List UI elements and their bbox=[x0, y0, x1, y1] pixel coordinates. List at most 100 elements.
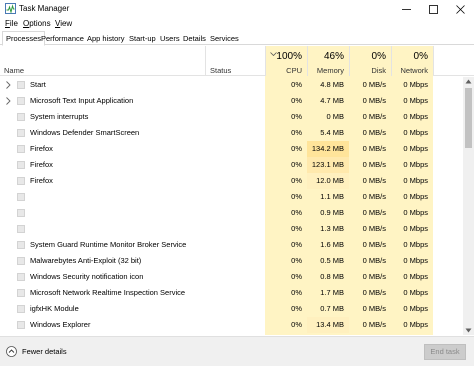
scroll-down-icon[interactable] bbox=[465, 328, 472, 333]
process-disk: 0 MB/s bbox=[362, 288, 386, 297]
memory-percent: 46% bbox=[323, 51, 344, 62]
chevron-up-circle-icon bbox=[6, 346, 17, 357]
disk-column-header[interactable]: 0% Disk bbox=[349, 46, 391, 76]
process-icon bbox=[17, 113, 25, 121]
tab-start-up[interactable]: Start-up bbox=[126, 32, 159, 45]
fewer-details-button[interactable]: Fewer details bbox=[6, 346, 67, 357]
process-network: 0 Mbps bbox=[403, 304, 428, 313]
process-memory: 0.9 MB bbox=[320, 208, 344, 217]
cpu-column-header[interactable]: 100% CPU bbox=[265, 46, 307, 76]
process-network: 0 Mbps bbox=[403, 272, 428, 281]
scroll-thumb[interactable] bbox=[465, 88, 472, 148]
process-icon bbox=[17, 273, 25, 281]
table-row[interactable]: System Guard Runtime Monitor Broker Serv… bbox=[0, 237, 463, 253]
table-row[interactable]: 0% 1.3 MB 0 MB/s 0 Mbps bbox=[0, 221, 463, 237]
process-memory: 5.4 MB bbox=[320, 128, 344, 137]
vertical-scrollbar[interactable] bbox=[463, 77, 474, 335]
process-network: 0 Mbps bbox=[403, 192, 428, 201]
table-row[interactable]: Malwarebytes Anti-Exploit (32 bit) 0% 0.5 … bbox=[0, 253, 463, 269]
memory-column-label: Memory bbox=[316, 66, 344, 75]
table-row[interactable]: 0% 1.1 MB 0 MB/s 0 Mbps bbox=[0, 189, 463, 205]
tab-performance[interactable]: Performance bbox=[38, 32, 87, 45]
menu-file-label: ile bbox=[9, 19, 18, 28]
status-column-header[interactable]: Status bbox=[205, 46, 265, 76]
process-network: 0 Mbps bbox=[403, 320, 428, 329]
status-column-label: Status bbox=[210, 66, 232, 75]
table-row[interactable]: Windows Security notification icon 0% 0.8 … bbox=[0, 269, 463, 285]
table-row[interactable]: Windows Defender SmartScreen 0% 5.4 MB 0 MB… bbox=[0, 125, 463, 141]
scroll-up-icon[interactable] bbox=[465, 79, 472, 84]
network-column-header[interactable]: 0% Network bbox=[391, 46, 433, 76]
process-cpu: 0% bbox=[291, 272, 302, 281]
table-row[interactable]: Windows Explorer 0% 13.4 MB 0 MB/s 0 Mbps bbox=[0, 317, 463, 333]
table-row[interactable]: igfxHK Module 0% 0.7 MB 0 MB/s 0 Mbps bbox=[0, 301, 463, 317]
window-title: Task Manager bbox=[19, 4, 70, 13]
tab-bar: Processes Performance App history Start-… bbox=[0, 31, 474, 46]
process-disk: 0 MB/s bbox=[362, 80, 386, 89]
process-icon bbox=[17, 257, 25, 265]
maximize-button[interactable] bbox=[420, 0, 447, 18]
end-task-button[interactable]: End task bbox=[424, 344, 466, 360]
process-icon bbox=[17, 305, 25, 313]
disk-column-label: Disk bbox=[371, 66, 386, 75]
process-name: System Guard Runtime Monitor Broker Serv… bbox=[30, 240, 187, 249]
table-row[interactable]: Microsoft Text Input Application 0% 4.7 MB… bbox=[0, 93, 463, 109]
menu-options[interactable]: Options bbox=[23, 19, 51, 28]
table-row[interactable]: Firefox 0% 123.1 MB 0 MB/s 0 Mbps bbox=[0, 157, 463, 173]
tab-app-history[interactable]: App history bbox=[84, 32, 128, 45]
process-disk: 0 MB/s bbox=[362, 224, 386, 233]
table-row[interactable]: Firefox 0% 134.2 MB 0 MB/s 0 Mbps bbox=[0, 141, 463, 157]
process-memory: 123.1 MB bbox=[307, 157, 349, 173]
process-cpu: 0% bbox=[291, 192, 302, 201]
menu-view[interactable]: View bbox=[55, 19, 72, 28]
table-row[interactable]: Microsoft Network Realtime Inspection Se… bbox=[0, 285, 463, 301]
name-column-header[interactable]: Name bbox=[0, 46, 205, 76]
process-cpu: 0% bbox=[291, 208, 302, 217]
process-network: 0 Mbps bbox=[403, 144, 428, 153]
tab-users[interactable]: Users bbox=[157, 32, 183, 45]
tab-details[interactable]: Details bbox=[180, 32, 209, 45]
memory-column-header[interactable]: 46% Memory bbox=[307, 46, 349, 76]
process-icon bbox=[17, 241, 25, 249]
title-bar: Task Manager bbox=[0, 0, 474, 18]
process-name: Windows Explorer bbox=[30, 320, 91, 329]
process-network: 0 Mbps bbox=[403, 160, 428, 169]
table-row[interactable]: System interrupts 0% 0 MB 0 MB/s 0 Mbps bbox=[0, 109, 463, 125]
process-network: 0 Mbps bbox=[403, 80, 428, 89]
process-network: 0 Mbps bbox=[403, 240, 428, 249]
process-name: Start bbox=[30, 80, 46, 89]
table-row[interactable]: Firefox 0% 12.0 MB 0 MB/s 0 Mbps bbox=[0, 173, 463, 189]
process-cpu: 0% bbox=[291, 128, 302, 137]
table-row[interactable]: Start 0% 4.8 MB 0 MB/s 0 Mbps bbox=[0, 77, 463, 93]
cpu-column-label: CPU bbox=[286, 66, 302, 75]
process-icon bbox=[17, 177, 25, 185]
process-disk: 0 MB/s bbox=[362, 112, 386, 121]
table-row[interactable]: 0% 0.9 MB 0 MB/s 0 Mbps bbox=[0, 205, 463, 221]
process-disk: 0 MB/s bbox=[362, 192, 386, 201]
process-memory: 1.3 MB bbox=[320, 224, 344, 233]
process-disk: 0 MB/s bbox=[362, 256, 386, 265]
chevron-right-icon[interactable] bbox=[6, 97, 11, 105]
process-disk: 0 MB/s bbox=[362, 272, 386, 281]
close-button[interactable] bbox=[447, 0, 474, 18]
process-memory: 1.6 MB bbox=[320, 240, 344, 249]
menu-options-label: ptions bbox=[29, 19, 51, 28]
maximize-icon bbox=[429, 4, 438, 14]
process-cpu: 0% bbox=[291, 240, 302, 249]
process-icon bbox=[17, 161, 25, 169]
process-name: Microsoft Text Input Application bbox=[30, 96, 134, 105]
minimize-button[interactable] bbox=[393, 0, 420, 18]
cpu-percent: 100% bbox=[276, 51, 302, 62]
process-disk: 0 MB/s bbox=[362, 208, 386, 217]
process-cpu: 0% bbox=[291, 80, 302, 89]
process-icon bbox=[17, 97, 25, 105]
process-memory: 0 MB bbox=[326, 112, 344, 121]
menu-view-label: iew bbox=[60, 19, 73, 28]
process-cpu: 0% bbox=[291, 288, 302, 297]
process-icon bbox=[17, 225, 25, 233]
process-memory: 4.7 MB bbox=[320, 96, 344, 105]
process-cpu: 0% bbox=[291, 112, 302, 121]
tab-services[interactable]: Services bbox=[207, 32, 242, 45]
menu-file[interactable]: File bbox=[5, 19, 18, 28]
chevron-right-icon[interactable] bbox=[6, 81, 11, 89]
